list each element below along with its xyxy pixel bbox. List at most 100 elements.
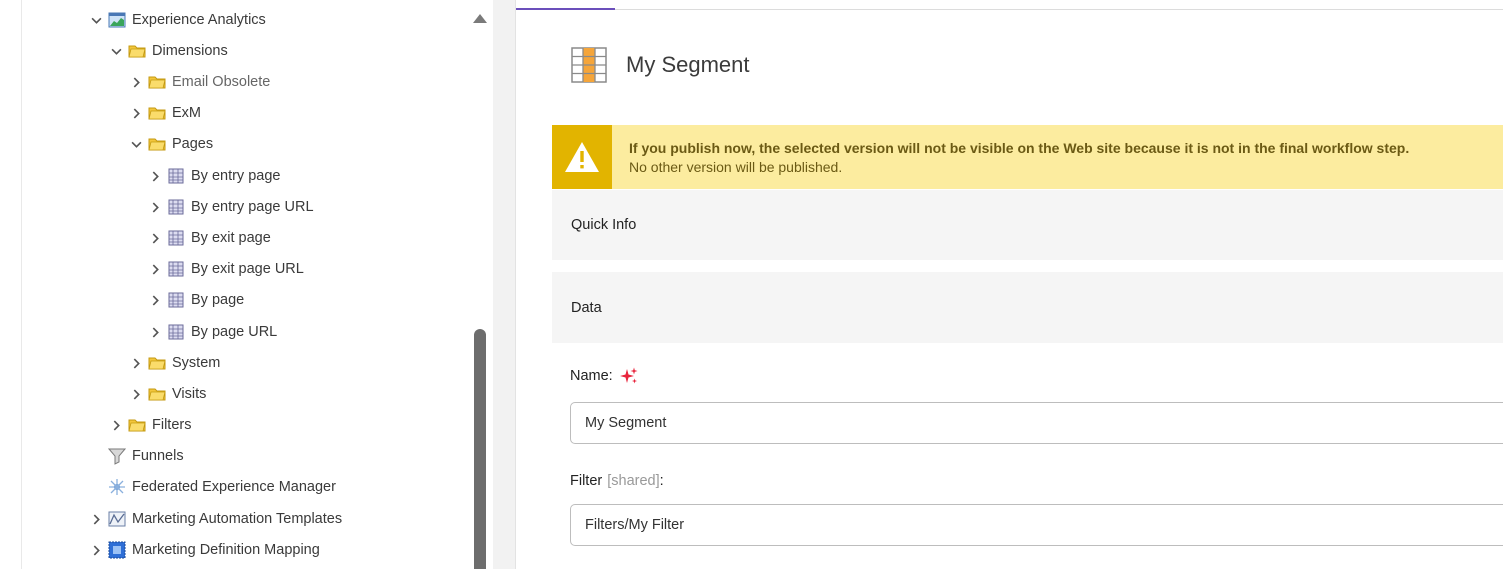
chevron-right-icon[interactable] bbox=[88, 542, 104, 558]
tree-item-label: By exit page URL bbox=[191, 261, 304, 277]
warning-submessage: No other version will be published. bbox=[629, 159, 843, 175]
panel-splitter[interactable] bbox=[493, 0, 515, 569]
tree-item-label: Visits bbox=[172, 386, 207, 402]
segment-grid-icon bbox=[168, 230, 184, 246]
chevron-right-icon[interactable] bbox=[147, 199, 163, 215]
federated-icon bbox=[109, 479, 125, 495]
tree-item-filters[interactable]: Filters bbox=[108, 413, 191, 437]
tree-item-by-entry-page-url[interactable]: By entry page URL bbox=[147, 195, 314, 219]
folder-icon bbox=[128, 419, 146, 432]
warning-triangle-icon bbox=[565, 142, 599, 172]
chevron-right-icon[interactable] bbox=[147, 292, 163, 308]
tree-item-funnels[interactable]: Funnels bbox=[88, 444, 184, 468]
tree-item-pages[interactable]: Pages bbox=[128, 132, 213, 156]
label-text: Filter bbox=[570, 473, 603, 489]
segment-grid-icon bbox=[168, 292, 184, 308]
workflow-warning-banner: If you publish now, the selected version… bbox=[552, 125, 1503, 189]
chevron-right-icon[interactable] bbox=[128, 105, 144, 121]
active-tab-indicator[interactable] bbox=[516, 8, 615, 10]
label-text: Name: bbox=[570, 368, 613, 384]
scroll-up-arrow-icon[interactable] bbox=[473, 14, 487, 23]
tree-item-label: Pages bbox=[172, 136, 214, 152]
chevron-down-icon[interactable] bbox=[128, 136, 144, 152]
quick-info-section-header[interactable]: Quick Info bbox=[552, 190, 1503, 260]
tree-guide-line bbox=[21, 0, 22, 569]
tree-item-federated-experience-manager[interactable]: Federated Experience Manager bbox=[88, 475, 336, 499]
warning-message: If you publish now, the selected version… bbox=[629, 140, 1410, 156]
folder-icon bbox=[148, 357, 166, 370]
chevron-down-icon[interactable] bbox=[88, 12, 104, 28]
content-tree-panel: Experience Analytics Dimensions Email Ob… bbox=[0, 0, 493, 569]
tree-item-label: System bbox=[172, 355, 221, 371]
scrollbar-thumb[interactable] bbox=[474, 329, 486, 569]
folder-icon bbox=[148, 107, 166, 120]
label-colon: : bbox=[659, 473, 664, 489]
chevron-right-icon[interactable] bbox=[108, 417, 124, 433]
tree-item-system[interactable]: System bbox=[128, 351, 220, 375]
chevron-right-icon[interactable] bbox=[147, 324, 163, 340]
warning-icon-box bbox=[552, 125, 612, 189]
tree-item-label: Funnels bbox=[132, 448, 184, 464]
folder-icon bbox=[148, 388, 166, 401]
data-section-header[interactable]: Data bbox=[552, 272, 1503, 343]
tree-item-by-entry-page[interactable]: By entry page bbox=[147, 164, 280, 188]
filter-field-label: Filter [shared] : bbox=[570, 473, 664, 489]
tree-item-label: By page URL bbox=[191, 324, 278, 340]
tree-item-experience-analytics[interactable]: Experience Analytics bbox=[88, 8, 266, 32]
tree-item-by-page[interactable]: By page bbox=[147, 288, 244, 312]
name-field-label: Name: bbox=[570, 367, 638, 385]
chevron-right-icon[interactable] bbox=[147, 230, 163, 246]
tree-item-visits[interactable]: Visits bbox=[128, 382, 206, 406]
tab-strip-rule bbox=[516, 9, 1503, 10]
folder-icon bbox=[148, 138, 166, 151]
tree-item-marketing-definition-mapping[interactable]: Marketing Definition Mapping bbox=[88, 538, 320, 562]
tree-item-label: Dimensions bbox=[152, 43, 228, 59]
chevron-right-icon[interactable] bbox=[128, 355, 144, 371]
chevron-right-icon[interactable] bbox=[147, 168, 163, 184]
section-title: Data bbox=[571, 299, 602, 316]
tree-item-label: Marketing Automation Templates bbox=[132, 511, 343, 527]
tree-item-marketing-automation-templates[interactable]: Marketing Automation Templates bbox=[88, 507, 342, 531]
ai-sparkle-icon[interactable] bbox=[619, 367, 638, 385]
tree-item-label: Experience Analytics bbox=[132, 12, 266, 28]
tree-item-label: By entry page bbox=[191, 168, 281, 184]
tree-item-label: Marketing Definition Mapping bbox=[132, 542, 320, 558]
automation-map-icon bbox=[108, 511, 126, 527]
tree-item-email-obsolete[interactable]: Email Obsolete bbox=[128, 70, 270, 94]
chevron-right-icon[interactable] bbox=[147, 261, 163, 277]
chevron-right-icon[interactable] bbox=[128, 386, 144, 402]
tree-item-dimensions[interactable]: Dimensions bbox=[108, 39, 228, 63]
tree-item-by-exit-page-url[interactable]: By exit page URL bbox=[147, 257, 304, 281]
folder-icon bbox=[128, 45, 146, 58]
tree-item-by-exit-page[interactable]: By exit page bbox=[147, 226, 271, 250]
tree-item-label: By entry page URL bbox=[191, 199, 314, 215]
tree-item-label: Filters bbox=[152, 417, 192, 433]
name-field-value: My Segment bbox=[585, 415, 667, 431]
tree-item-label: Federated Experience Manager bbox=[132, 479, 336, 495]
page-title: My Segment bbox=[626, 52, 750, 77]
shared-tag: [shared] bbox=[607, 473, 660, 489]
tree-item-exm[interactable]: ExM bbox=[128, 101, 201, 125]
tree-item-label: By page bbox=[191, 292, 245, 308]
chevron-right-icon[interactable] bbox=[88, 511, 104, 527]
tree-item-label: Email Obsolete bbox=[172, 74, 271, 90]
segment-grid-icon bbox=[168, 324, 184, 340]
tree-item-label: ExM bbox=[172, 105, 201, 121]
funnel-icon bbox=[108, 448, 126, 465]
mapping-icon bbox=[108, 541, 126, 559]
segment-grid-icon bbox=[168, 261, 184, 277]
tree-item-label: By exit page bbox=[191, 230, 271, 246]
folder-icon bbox=[148, 76, 166, 89]
chevron-down-icon[interactable] bbox=[108, 43, 124, 59]
section-title: Quick Info bbox=[571, 217, 637, 233]
segment-grid-icon bbox=[571, 47, 607, 83]
chevron-right-icon[interactable] bbox=[128, 74, 144, 90]
name-field[interactable]: My Segment bbox=[570, 402, 1503, 444]
segment-grid-icon bbox=[168, 199, 184, 215]
analytics-chart-icon bbox=[108, 12, 126, 28]
filter-field[interactable]: Filters/My Filter bbox=[570, 504, 1503, 546]
filter-field-value: Filters/My Filter bbox=[585, 517, 685, 533]
tree-item-by-page-url[interactable]: By page URL bbox=[147, 320, 277, 344]
item-editor: My Segment If you publish now, the selec… bbox=[515, 0, 1503, 569]
segment-grid-icon bbox=[168, 168, 184, 184]
